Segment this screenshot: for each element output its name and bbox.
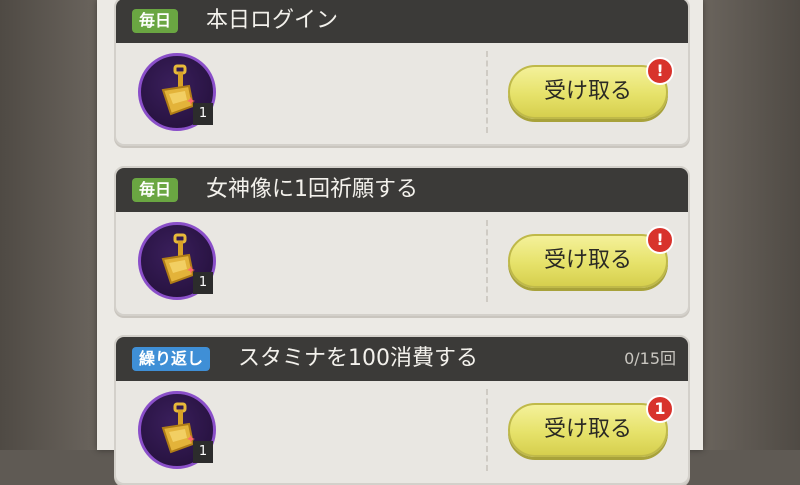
mission-type-badge: 毎日 bbox=[132, 9, 179, 33]
claim-button[interactable]: 受け取る bbox=[508, 234, 668, 288]
divider bbox=[486, 389, 488, 471]
notification-badge: ! bbox=[646, 226, 674, 254]
mission-progress: 0/15回 bbox=[624, 349, 676, 368]
claim-button[interactable]: 受け取る bbox=[508, 403, 668, 457]
mission-body: 1 受け取る ! bbox=[116, 43, 688, 141]
mission-type-badge: 繰り返し bbox=[132, 347, 211, 371]
background-right bbox=[703, 0, 800, 450]
mission-list-panel: 毎日 本日ログイン 1 受け取る ! 毎日 女神像に1回祈願する 1 受け取る … bbox=[97, 0, 703, 485]
reward-quantity: 1 bbox=[193, 441, 213, 463]
reward-quantity: 1 bbox=[193, 103, 213, 125]
mission-card: 繰り返し スタミナを100消費する 0/15回 1 受け取る 1 bbox=[114, 335, 690, 485]
mission-card: 毎日 本日ログイン 1 受け取る ! bbox=[114, 0, 690, 146]
divider bbox=[486, 220, 488, 302]
reward-item[interactable]: 1 bbox=[138, 222, 216, 300]
mission-header: 繰り返し スタミナを100消費する 0/15回 bbox=[116, 337, 688, 381]
claim-button[interactable]: 受け取る bbox=[508, 65, 668, 119]
background-left bbox=[0, 0, 97, 450]
mission-body: 1 受け取る ! bbox=[116, 212, 688, 310]
mission-body: 1 受け取る 1 bbox=[116, 381, 688, 479]
divider bbox=[486, 51, 488, 133]
notification-badge: 1 bbox=[646, 395, 674, 423]
reward-quantity: 1 bbox=[193, 272, 213, 294]
mission-header: 毎日 女神像に1回祈願する bbox=[116, 168, 688, 212]
mission-title: 本日ログイン bbox=[206, 8, 339, 33]
mission-type-badge: 毎日 bbox=[132, 178, 179, 202]
reward-item[interactable]: 1 bbox=[138, 391, 216, 469]
mission-card: 毎日 女神像に1回祈願する 1 受け取る ! bbox=[114, 166, 690, 316]
mission-title: 女神像に1回祈願する bbox=[206, 177, 418, 202]
notification-badge: ! bbox=[646, 57, 674, 85]
mission-header: 毎日 本日ログイン bbox=[116, 0, 688, 43]
mission-title: スタミナを100消費する bbox=[238, 346, 478, 371]
reward-item[interactable]: 1 bbox=[138, 53, 216, 131]
